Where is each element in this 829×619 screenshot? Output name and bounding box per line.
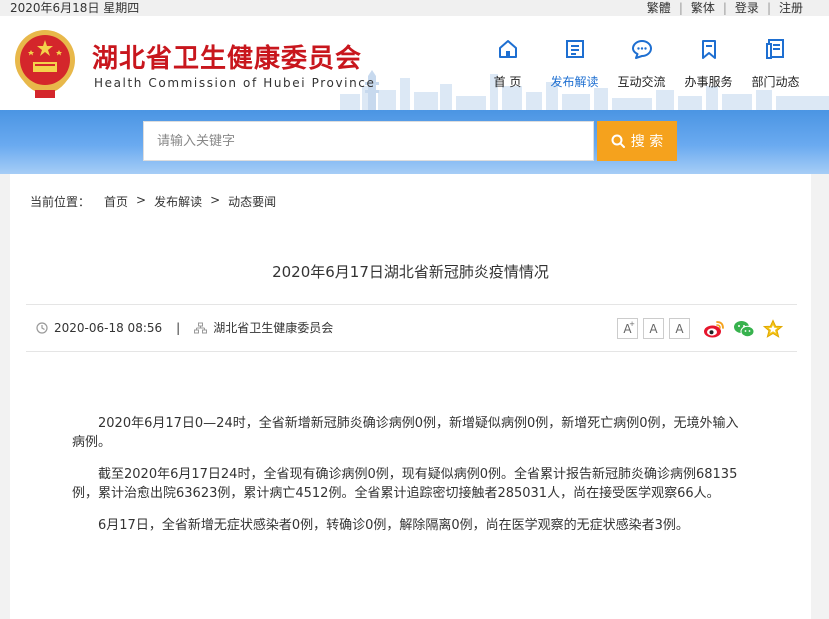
search-button-label: 搜 索 — [630, 134, 664, 150]
article-source: 湖北省卫生健康委员会 — [213, 321, 334, 335]
clock-icon — [36, 322, 48, 334]
share-wechat-button[interactable] — [733, 319, 755, 339]
national-emblem-icon — [15, 30, 75, 98]
nav-interaction-label: 互动交流 — [617, 75, 666, 89]
font-size-smaller-button[interactable]: A — [669, 318, 690, 339]
breadcrumb-home[interactable]: 首页 — [104, 193, 128, 210]
login-link[interactable]: 登录 — [735, 0, 759, 16]
organization-icon — [194, 322, 208, 334]
main-nav: 首 页 发布解读 互动交流 办事服务 部门动态 — [474, 38, 809, 90]
nav-home[interactable]: 首 页 — [474, 38, 541, 90]
font-size-larger-button[interactable]: A + — [617, 318, 638, 339]
wechat-icon — [734, 320, 755, 337]
chat-bubble-icon — [631, 40, 652, 59]
nav-department-news-label: 部门动态 — [751, 75, 800, 89]
nav-services-label: 办事服务 — [684, 75, 733, 89]
font-size-default-button[interactable]: A — [643, 318, 664, 339]
news-icon — [765, 39, 784, 59]
article-meta-bar: 2020-06-18 08:56 | 湖北省卫生健康委员会 A + A A — [26, 304, 797, 352]
search-icon — [611, 134, 625, 148]
publish-date: 2020-06-18 08:56 — [54, 321, 163, 335]
article-paragraph-2: 截至2020年6月17日24时，全省现有确诊病例0例，现有疑似病例0例。全省累计… — [72, 467, 738, 501]
breadcrumb-releases[interactable]: 发布解读 — [154, 193, 202, 210]
article-body: 2020年6月17日0—24时，全省新增新冠肺炎确诊病例0例，新增疑似病例0例，… — [72, 414, 746, 548]
search-button[interactable]: 搜 索 — [597, 121, 677, 161]
nav-home-label: 首 页 — [493, 75, 522, 89]
site-header: 湖北省卫生健康委员会 Health Commission of Hubei Pr… — [0, 16, 829, 110]
document-icon — [565, 40, 584, 58]
home-icon — [498, 40, 517, 58]
bookmark-icon — [701, 40, 716, 59]
top-bar: 2020年6月18日 星期四 繁體 | 繁体 | 登录 | 注册 — [0, 0, 829, 16]
nav-releases-label: 发布解读 — [550, 75, 599, 89]
nav-department-news[interactable]: 部门动态 — [742, 38, 809, 90]
breadcrumb-prefix: 当前位置： — [30, 195, 91, 209]
weibo-icon — [704, 320, 724, 337]
search-input[interactable] — [143, 121, 594, 161]
article-title: 2020年6月17日湖北省新冠肺炎疫情情况 — [272, 263, 549, 281]
register-link[interactable]: 注册 — [779, 0, 803, 16]
top-links: 繁體 | 繁体 | 登录 | 注册 — [646, 0, 803, 16]
site-title: 湖北省卫生健康委员会 — [92, 44, 363, 74]
article-card: 当前位置： 首页 > 发布解读 > 动态要闻 2020年6月17日湖北省新冠肺炎… — [10, 174, 811, 619]
traditional-chinese-link[interactable]: 繁體 — [647, 0, 671, 16]
simplified-chinese-link[interactable]: 繁体 — [691, 0, 715, 16]
article-paragraph-3: 6月17日，全省新增无症状感染者0例，转确诊0例，解除隔离0例，尚在医学观察的无… — [98, 518, 689, 533]
breadcrumb-news[interactable]: 动态要闻 — [228, 193, 276, 210]
article-paragraph-1: 2020年6月17日0—24时，全省新增新冠肺炎确诊病例0例，新增疑似病例0例，… — [72, 416, 739, 450]
nav-interaction[interactable]: 互动交流 — [608, 38, 675, 90]
nav-releases[interactable]: 发布解读 — [541, 38, 608, 90]
current-date: 2020年6月18日 星期四 — [10, 1, 140, 15]
share-weibo-button[interactable] — [703, 319, 725, 339]
site-subtitle-english: Health Commission of Hubei Province — [94, 76, 376, 90]
favorite-button[interactable] — [763, 318, 783, 339]
breadcrumb: 当前位置： 首页 > 发布解读 > 动态要闻 — [30, 193, 277, 210]
nav-services[interactable]: 办事服务 — [675, 38, 742, 90]
star-icon — [763, 318, 783, 338]
